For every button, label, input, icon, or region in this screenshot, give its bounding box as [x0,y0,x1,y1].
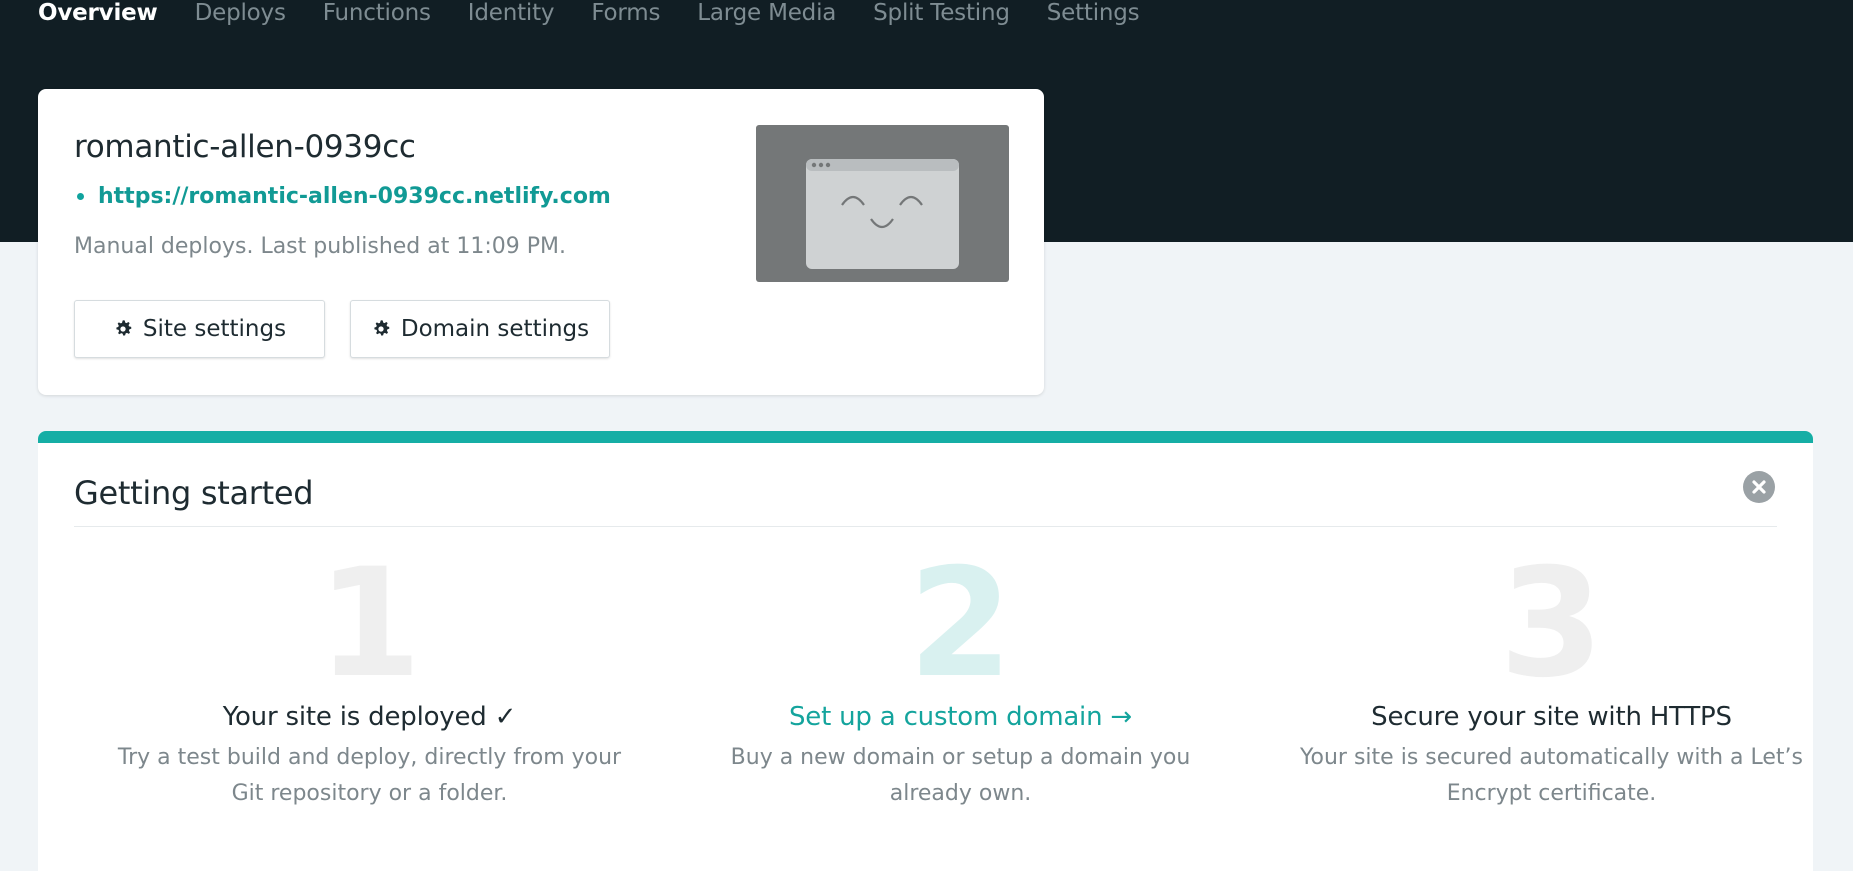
step-description: Try a test build and deploy, directly fr… [117,745,622,806]
deploy-status: Manual deploys. Last published at 11:09 … [74,234,566,259]
nav-identity[interactable]: Identity [468,0,555,26]
step-description: Your site is secured automatically with … [1300,745,1803,806]
nav-deploys[interactable]: Deploys [195,0,286,26]
close-icon[interactable] [1743,471,1775,503]
site-url-link[interactable]: https://romantic-allen-0939cc.netlify.co… [98,184,611,209]
nav-forms[interactable]: Forms [591,0,660,26]
step-title: Your site is deployed ✓ [222,702,517,732]
site-nav: Overview Deploys Functions Identity Form… [38,0,1176,28]
custom-domain-link[interactable]: Set up a custom domain → [665,702,1256,732]
status-dot-icon [77,193,84,200]
step-number: 1 [317,537,422,711]
step-description: Buy a new domain or setup a domain you a… [730,745,1191,806]
smiley-browser-window-icon [806,159,959,269]
step-custom-domain: 2 Set up a custom domain → Buy a new dom… [665,537,1256,812]
step-number: 3 [1499,537,1604,711]
site-url-row: https://romantic-allen-0939cc.netlify.co… [74,184,611,209]
domain-settings-button[interactable]: Domain settings [350,300,610,358]
divider [74,526,1777,527]
site-settings-label: Site settings [142,316,287,342]
nav-large-media[interactable]: Large Media [697,0,836,26]
site-settings-button[interactable]: Site settings [74,300,325,358]
nav-overview[interactable]: Overview [38,0,158,26]
site-preview-thumbnail[interactable] [756,125,1009,282]
step-https: 3 Secure your site with HTTPS Your site … [1256,537,1813,812]
gear-icon [374,320,390,336]
nav-functions[interactable]: Functions [323,0,431,26]
site-name: romantic-allen-0939cc [74,129,416,165]
getting-started-card: Getting started 1 Your site is deployed … [38,431,1813,871]
nav-split-testing[interactable]: Split Testing [873,0,1010,26]
nav-settings[interactable]: Settings [1047,0,1140,26]
step-number: 2 [908,537,1013,711]
getting-started-title: Getting started [74,474,314,512]
domain-settings-label: Domain settings [400,316,590,342]
site-overview-card: romantic-allen-0939cc https://romantic-a… [38,89,1044,395]
step-title: Secure your site with HTTPS [1371,702,1732,732]
gear-icon [116,320,132,336]
accent-bar [38,431,1813,443]
step-deployed: 1 Your site is deployed ✓ Try a test bui… [74,537,665,812]
